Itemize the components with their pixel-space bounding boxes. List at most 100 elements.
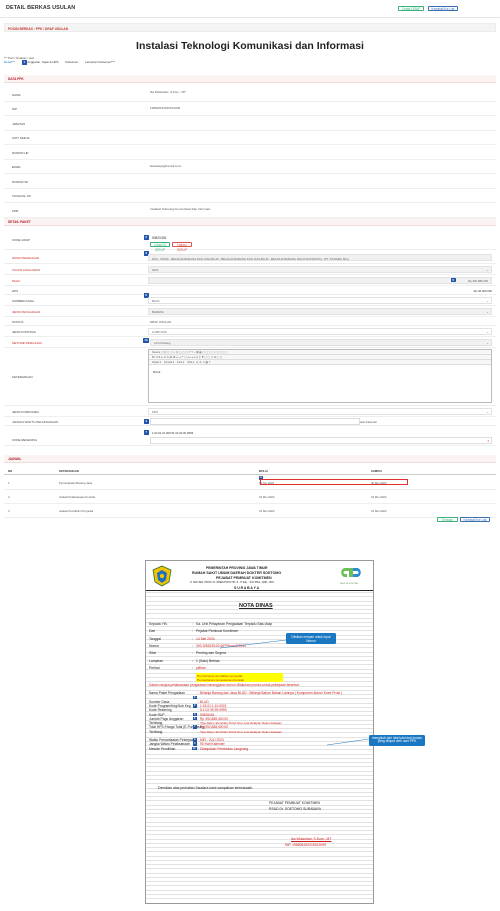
hospital-logo-icon — [341, 568, 361, 577]
page-title: DETAIL BERKAS USULAN — [6, 5, 76, 11]
jadwal-cell: 3 — [8, 509, 10, 513]
rich-text-editor[interactable]: Source ▢ ⎘ ▢ ▢ ✂ ⎘ ▢ ▢ ▢ ↶ ↷ ⌕ ⇆ ▦ ▢ ▢ ▢… — [148, 349, 492, 403]
tab-detail[interactable]: Detail*** — [4, 60, 15, 64]
kode-rekening-select[interactable]: ▾ — [150, 437, 492, 444]
logo-caption: RSUD DR. SOETOMO — [340, 583, 359, 585]
jenis-kontrak-label: JENIS KONTRAK — [12, 329, 36, 334]
doc-field-value: Penting dan Segera — [196, 651, 226, 656]
step-marker: 1 — [22, 60, 27, 65]
step-marker: 3 — [193, 712, 197, 716]
tab-bar: Detail*** 1 Anggaran, Spek & HPS Dokumen… — [4, 60, 121, 65]
doc-colon: : — [192, 658, 193, 663]
doc-field-value: 14 Mei 2024 — [196, 636, 215, 641]
save-button[interactable]: Simpan — [437, 517, 458, 522]
hps-row: HPS Rp.28.000.000 — [4, 286, 496, 295]
chevron-down-icon: ⌄ — [486, 330, 489, 334]
ppk-label: UNIT KERJA — [12, 136, 30, 140]
step-marker: 8 — [193, 738, 197, 742]
kode-rekening-label: KODE REKENING — [12, 438, 38, 442]
doc-field-value: Pejabat Pembuat Komitmen — [196, 629, 239, 634]
step-marker: 5 — [193, 716, 197, 721]
jadwal-cell: Jadwal Pelaksanaan Kontrak — [59, 495, 96, 499]
nama-pekerjaan-input[interactable]: RSU - IPRSK - BELANJA BARANG DAN JASA BL… — [148, 254, 492, 261]
editor-toolbar-row3[interactable]: Styles ▾ Format ▾ Font ▾ Size ▾ A· A· ✕ … — [149, 360, 491, 365]
ppk-row: KPB Instalasi Teknologi Komunikasi Dan In… — [4, 203, 496, 218]
ppk-name: PEJABAT PEMBUAT KOMITMEN — [216, 576, 272, 580]
doc-colon: : — [197, 746, 199, 751]
sign-name: Ika Wulandari, S.Kom., MT — [291, 837, 332, 841]
ppk-label: NAMA — [12, 92, 21, 97]
jangka-input[interactable] — [150, 418, 360, 425]
step-marker: 10 — [143, 338, 149, 343]
step-marker: 10 — [191, 746, 197, 750]
delete-sirup-button[interactable]: Hapus SIRUP — [172, 242, 192, 252]
jadwal-row: 3 Jadwal Pemilihan Penyedia 01 Mei 2024 01 … — [4, 504, 496, 518]
step-marker: 4 — [144, 419, 149, 424]
doc-detail-value: BLUD — [200, 699, 209, 704]
view-sirup-button[interactable]: Lihat Di SIRUP — [150, 242, 170, 252]
editor-content[interactable]: Ricck — [153, 370, 160, 374]
sign-org: RSUD Dr. SOETOMO SURABAYA — [269, 807, 321, 811]
status-value: DRAF USULAN — [150, 319, 172, 324]
ppk-value: Instalasi Teknologi Komunikasi Dan Infor… — [150, 207, 211, 211]
jenis-pengadaan-select[interactable]: BARANG ⌄ — [148, 307, 492, 315]
jenis-komponen-label: JENIS KOMPONEN — [12, 409, 39, 414]
ppk-row: JABATAN — [4, 116, 496, 131]
print-draft-button[interactable]: Cetak DRAF — [398, 6, 424, 11]
ppk-label: KPB — [12, 208, 19, 213]
step-marker: 6 — [193, 695, 197, 699]
metode-label: METODE PEMILIHAN — [12, 340, 42, 345]
pagu-input[interactable]: Rp.392.888.400 — [148, 276, 492, 284]
doc-colon: : — [197, 691, 199, 695]
doc-field-key: Kepada Yth. — [149, 622, 168, 626]
ppk-value: Ika Wulandari, S.Kom., MT — [150, 89, 186, 94]
kode-grup-row: KODE GRUP — [4, 230, 496, 250]
doc-field-key: Tanggal — [149, 636, 161, 641]
ppk-row: NOMOR SK — [4, 174, 496, 189]
step-marker: 2 — [193, 704, 197, 708]
pagu-label: PAGU — [12, 278, 21, 283]
jenis-kontrak-select[interactable]: LUMP SUM ⌄ — [148, 327, 492, 335]
status-label: STATUS — [12, 319, 24, 324]
main-title: Instalasi Teknologi Komunikasi dan Infor… — [136, 40, 364, 52]
jadwal-row: 1 Pemanfaatan Barang Jasa 01 Apr 2024 30 Me… — [4, 476, 496, 490]
hps-label: HPS — [12, 288, 19, 293]
jadwal-cell[interactable]: 01 Mei 2024 — [371, 495, 386, 499]
jadwal-cell[interactable]: 01 Mei 2024 — [259, 495, 274, 499]
doc-detail-key: Metode Pemilihan — [149, 746, 176, 751]
back-list-button[interactable]: Kembali Ke List — [460, 517, 490, 522]
annotation-arrow — [326, 738, 370, 746]
position-text: POSISI BERKAS : PPK / DRAF USULAN — [8, 26, 69, 31]
jadwal-cell[interactable]: 01 Mei 2024 — [371, 509, 386, 513]
sumber-dana-select[interactable]: BLUD ⌄ — [148, 296, 492, 304]
doc-detail-key: Terbilang — [149, 729, 163, 734]
doc-field-key: Perihal — [149, 665, 160, 670]
doc-colon: : — [192, 622, 193, 626]
step-marker: 2 — [144, 235, 149, 240]
metode-select[interactable]: e-Purchasing ⌄ — [150, 338, 492, 346]
doc-colon: : — [197, 729, 199, 734]
chevron-down-icon: ⌄ — [486, 299, 489, 303]
nama-pekerjaan-label: NAMA PEKERJAAN — [12, 256, 40, 260]
jadwal-cell: Jadwal Pemilihan Penyedia — [59, 509, 94, 513]
annotation-nomor: Diisikan entryan untuk input Nomor — [286, 633, 336, 645]
tahun-label: TAHUN ANGGARAN — [12, 267, 40, 272]
tab-dokumen[interactable]: Dokumen — [65, 60, 78, 64]
doc-field-key: Sifat — [149, 651, 156, 656]
chevron-down-icon: ⌄ — [486, 310, 489, 314]
gov-name: PEMERINTAH PROVINSI JAWA TIMUR — [206, 566, 268, 570]
chevron-down-icon: ⌄ — [486, 268, 489, 272]
doc-colon: : — [192, 665, 193, 670]
back-to-list-button[interactable]: Kembali Ke List — [428, 6, 458, 11]
data-ppk-heading: DATA PPK — [4, 75, 496, 83]
highlight-box — [260, 479, 408, 485]
jenis-komponen-select[interactable]: PDN ⌄ — [148, 407, 492, 415]
doc-field-value: pilihan — [196, 665, 206, 670]
jadwal-cell[interactable]: 01 Mei 2024 — [259, 509, 274, 513]
kode-grup-label: KODE GRUP — [12, 238, 31, 242]
tab-lampiran[interactable]: Lampiran Dokumen*** — [85, 60, 115, 64]
tahun-select[interactable]: 2024 ⌄ — [148, 265, 492, 273]
position-bar: POSISI BERKAS : PPK / DRAF USULAN — [4, 23, 496, 32]
tab-anggaran[interactable]: Anggaran, Spek & HPS — [27, 60, 58, 64]
jadwal-header: NO KETERANGAN MULAI SAMPAI — [4, 467, 496, 475]
